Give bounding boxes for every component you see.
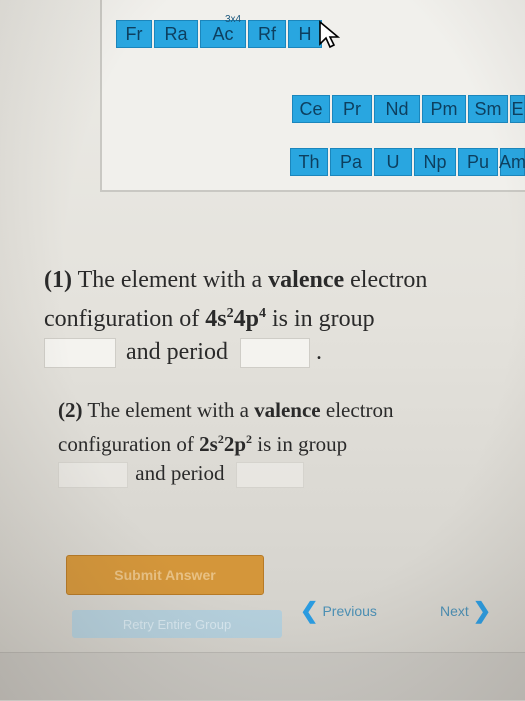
chevron-right-icon: ❯ xyxy=(472,598,492,623)
element-symbol: Pr xyxy=(343,98,361,119)
question-bold-term: valence xyxy=(254,398,321,422)
mouse-cursor-icon xyxy=(319,20,340,49)
element-symbol: Sm xyxy=(474,98,502,119)
question-number: (1) xyxy=(44,267,72,293)
previous-label: Previous xyxy=(322,603,377,619)
question-1-line-1: (1) The element with a valence electron xyxy=(44,264,504,297)
element-cell-h[interactable]: H xyxy=(288,20,322,48)
element-symbol: E xyxy=(511,98,524,119)
question-2-line-1: (2) The element with a valence electron xyxy=(58,396,498,425)
element-cell-np[interactable]: Np xyxy=(414,148,456,176)
question-1-line-2: configuration of 4s24p4 is in group xyxy=(44,297,504,336)
next-link[interactable]: Next ❯ xyxy=(440,598,491,624)
element-cell-pa[interactable]: Pa xyxy=(330,148,372,176)
question-text: and period xyxy=(135,461,225,485)
element-cell-rf[interactable]: Rf xyxy=(248,20,286,48)
element-cell-th[interactable]: Th xyxy=(290,148,328,176)
question-text: configuration of xyxy=(58,432,194,456)
next-label: Next xyxy=(440,603,469,619)
question-text: electron xyxy=(325,398,394,422)
electron-configuration: 2s22p2 xyxy=(199,432,252,456)
element-cell-sm[interactable]: Sm xyxy=(468,95,508,123)
question-text: electron xyxy=(350,267,428,293)
element-symbol: Ce xyxy=(299,98,323,119)
element-symbol: Np xyxy=(423,151,447,172)
electron-configuration: 4s24p4 xyxy=(205,306,266,332)
element-symbol: Pm xyxy=(430,98,458,119)
submit-answer-button[interactable]: Submit Answer xyxy=(66,555,264,595)
element-symbol: Rf xyxy=(258,23,276,44)
question-text: The element with a xyxy=(77,267,263,293)
question-1: (1) The element with a valence electron … xyxy=(44,264,504,369)
retry-entire-group-button[interactable]: Retry Entire Group xyxy=(72,610,282,638)
question-2-line-3: and period xyxy=(58,459,498,489)
question-2: (2) The element with a valence electron … xyxy=(58,396,498,489)
element-cell-nd[interactable]: Nd xyxy=(374,95,420,123)
element-symbol: Nd xyxy=(385,98,409,119)
element-symbol: Ac xyxy=(212,23,234,44)
period-answer-field[interactable] xyxy=(239,338,310,369)
element-cell-pu[interactable]: Pu xyxy=(458,148,498,176)
question-number: (2) xyxy=(58,398,83,422)
element-symbol: Th xyxy=(298,151,320,172)
element-symbol: U xyxy=(386,151,400,172)
question-2-line-2: configuration of 2s22p2 is in group xyxy=(58,425,498,459)
element-cell-am[interactable]: Am xyxy=(499,148,525,176)
question-bold-term: valence xyxy=(268,267,345,293)
sentence-end: . xyxy=(315,339,322,365)
element-symbol: Am xyxy=(499,151,525,172)
element-cell-pr[interactable]: Pr xyxy=(332,95,372,123)
question-text: is in group xyxy=(272,306,375,332)
previous-link[interactable]: ❮ Previous xyxy=(300,598,377,624)
element-symbol: Pa xyxy=(339,151,363,172)
element-cell-ce[interactable]: Ce xyxy=(292,95,330,123)
question-1-line-3: and period . xyxy=(44,336,504,369)
element-symbol: H xyxy=(298,23,312,44)
group-superscript: 3x4 xyxy=(225,14,242,25)
group-answer-field[interactable] xyxy=(44,338,116,369)
period-answer-field[interactable] xyxy=(235,462,304,489)
element-cell-e[interactable]: E xyxy=(510,95,525,123)
element-cell-u[interactable]: U xyxy=(374,148,412,176)
element-symbol: Ra xyxy=(164,23,188,44)
group-answer-field[interactable] xyxy=(58,462,128,489)
question-text: configuration of xyxy=(44,306,200,332)
question-text: and period xyxy=(126,339,228,365)
element-symbol: Pu xyxy=(466,151,490,172)
question-text: is in group xyxy=(257,432,348,456)
screen-bezel xyxy=(0,652,525,701)
element-cell-pm[interactable]: Pm xyxy=(422,95,466,123)
element-cell-fr[interactable]: Fr xyxy=(116,20,152,48)
question-text: The element with a xyxy=(87,398,249,422)
chevron-left-icon: ❮ xyxy=(300,598,319,623)
element-cell-ra[interactable]: Ra xyxy=(154,20,198,48)
element-symbol: Fr xyxy=(125,23,143,44)
